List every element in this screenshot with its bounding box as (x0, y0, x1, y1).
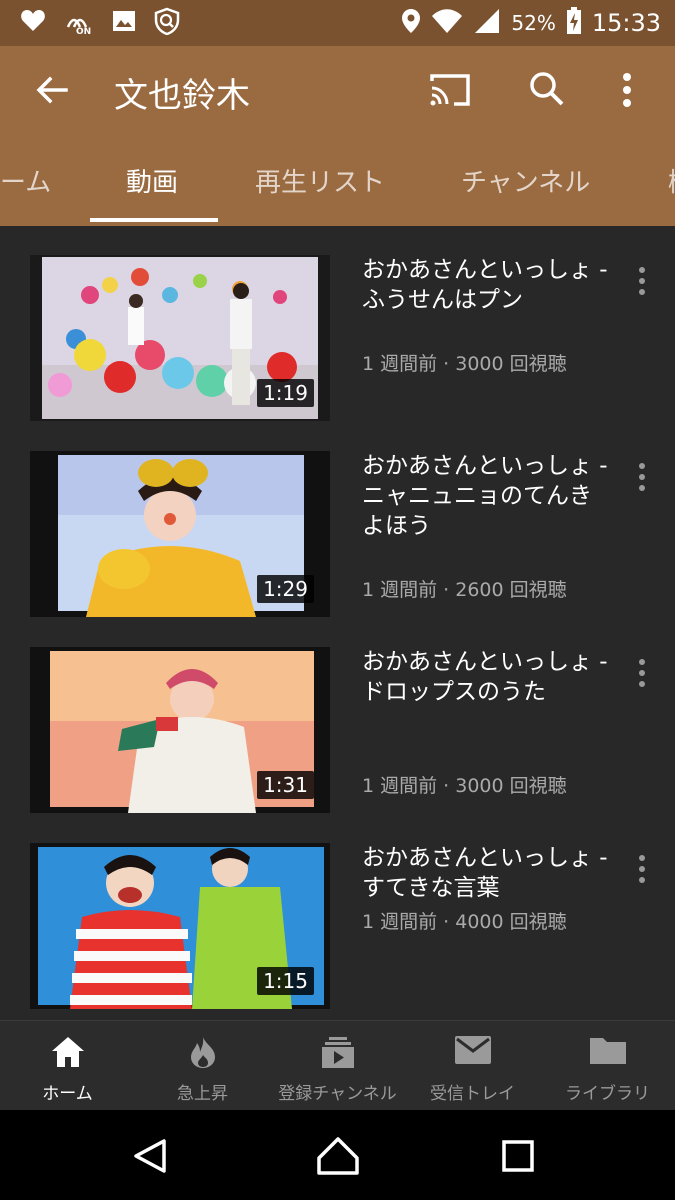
more-vert-icon[interactable] (632, 855, 652, 885)
fire-icon (188, 1035, 218, 1073)
video-title[interactable]: おかあさんといっしょ - ふうせんはプン (362, 255, 612, 315)
vpn-shield-icon (154, 7, 180, 39)
video-item[interactable]: 1:31 おかあさんといっしょ - ドロップスのうた 1 週間前 · 3000 … (0, 647, 675, 813)
tab-playlists[interactable]: 再生リスト (255, 162, 385, 199)
wifi-icon (431, 8, 463, 38)
bottom-nav-subscriptions[interactable]: 登録チャンネル (270, 1021, 405, 1111)
video-item[interactable]: 1:29 おかあさんといっしょ - ニャニュニョのてんきよほう 1 週間前 · … (0, 451, 675, 617)
more-vert-icon[interactable] (622, 72, 632, 112)
tab-bar: ーム 動画 再生リスト チャンネル 概 (0, 134, 675, 226)
video-duration: 1:31 (257, 771, 314, 799)
video-item[interactable]: 1:15 おかあさんといっしょ - すてきな言葉 1 週間前 · 4000 回視… (0, 843, 675, 1009)
video-duration: 1:15 (257, 967, 314, 995)
clock: 15:33 (591, 9, 661, 37)
video-meta: 1 週間前 · 3000 回視聴 (362, 353, 567, 375)
battery-icon (566, 7, 582, 39)
video-meta: 1 週間前 · 3000 回視聴 (362, 775, 567, 797)
more-vert-icon[interactable] (632, 463, 652, 493)
subscriptions-icon (321, 1035, 355, 1073)
status-bar: ON 52% 15:33 (0, 0, 675, 46)
video-thumbnail[interactable]: 1:29 (30, 451, 330, 617)
location-icon (401, 8, 421, 38)
bottom-nav-label: ライブラリ (565, 1084, 650, 1104)
app-bar: 文也鈴木 (0, 46, 675, 134)
video-thumbnail[interactable]: 1:15 (30, 843, 330, 1009)
video-item[interactable]: 1:19 おかあさんといっしょ - ふうせんはプン 1 週間前 · 3000 回… (0, 255, 675, 421)
video-thumbnail[interactable]: 1:19 (30, 255, 330, 421)
video-duration: 1:19 (257, 379, 314, 407)
video-meta: 1 週間前 · 2600 回視聴 (362, 579, 567, 601)
home-circle-icon[interactable] (316, 1136, 360, 1180)
heart-icon (20, 9, 46, 37)
tab-indicator (90, 218, 218, 222)
battery-percent: 52% (511, 11, 556, 35)
more-vert-icon[interactable] (632, 659, 652, 689)
channel-title: 文也鈴木 (114, 76, 250, 116)
video-title[interactable]: おかあさんといっしょ - ニャニュニョのてんきよほう (362, 451, 612, 541)
video-title[interactable]: おかあさんといっしょ - ドロップスのうた (362, 647, 612, 707)
tab-videos[interactable]: 動画 (126, 162, 178, 199)
bottom-nav-trending[interactable]: 急上昇 (135, 1021, 270, 1111)
video-title[interactable]: おかあさんといっしょ - すてきな言葉 (362, 843, 612, 903)
tab-channels[interactable]: チャンネル (461, 162, 590, 199)
bottom-nav: ホーム 急上昇 登録チャンネル 受信トレイ ライブラリ (0, 1020, 675, 1111)
video-meta: 1 週間前 · 4000 回視聴 (362, 911, 567, 933)
more-vert-icon[interactable] (632, 267, 652, 297)
image-icon (112, 10, 136, 36)
bottom-nav-inbox[interactable]: 受信トレイ (405, 1021, 540, 1111)
bottom-nav-label: 受信トレイ (430, 1084, 515, 1104)
video-duration: 1:29 (257, 575, 314, 603)
bottom-nav-label: 急上昇 (177, 1084, 228, 1104)
tab-about[interactable]: 概 (668, 162, 675, 199)
search-icon[interactable] (528, 70, 566, 112)
home-icon (50, 1035, 86, 1073)
video-thumbnail[interactable]: 1:31 (30, 647, 330, 813)
folder-icon (589, 1035, 627, 1069)
mail-icon (454, 1035, 492, 1069)
bottom-nav-label: ホーム (42, 1084, 93, 1104)
back-arrow-icon[interactable] (34, 72, 74, 108)
nfc-on-label: ON (76, 27, 92, 37)
bottom-nav-home[interactable]: ホーム (0, 1021, 135, 1111)
back-triangle-icon[interactable] (132, 1138, 168, 1178)
system-nav-bar (0, 1110, 675, 1200)
nfc-on-icon: ON (64, 9, 94, 37)
bottom-nav-label: 登録チャンネル (278, 1084, 397, 1104)
recents-square-icon[interactable] (502, 1140, 534, 1176)
cast-icon[interactable] (428, 72, 472, 112)
bottom-nav-library[interactable]: ライブラリ (540, 1021, 675, 1111)
signal-icon (473, 8, 501, 38)
tab-home[interactable]: ーム (0, 162, 51, 199)
